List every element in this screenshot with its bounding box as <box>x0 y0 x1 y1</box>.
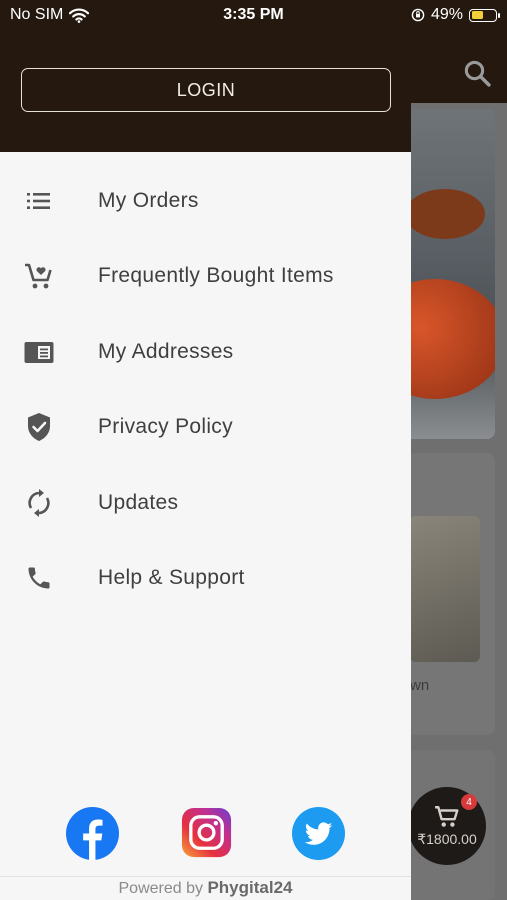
cart-count-badge: 4 <box>461 794 477 810</box>
cart-heart-icon <box>22 259 56 293</box>
menu-item-help-support[interactable]: Help & Support <box>0 541 411 617</box>
list-icon <box>22 184 56 218</box>
battery-level <box>471 11 483 19</box>
login-button[interactable]: LOGIN <box>21 68 391 112</box>
menu-item-label: Privacy Policy <box>98 415 233 439</box>
menu-item-label: My Addresses <box>98 339 234 363</box>
menu-item-label: Frequently Bought Items <box>98 264 334 288</box>
menu-item-privacy-policy[interactable]: Privacy Policy <box>0 390 411 466</box>
battery-icon <box>469 8 500 22</box>
cart-icon <box>435 805 459 827</box>
product-name-fragment: wn <box>410 677 430 694</box>
address-card-icon <box>22 335 56 369</box>
refresh-icon <box>22 486 56 520</box>
status-bar: No SIM 3:35 PM 49% <box>0 0 507 32</box>
menu-item-my-orders[interactable]: My Orders <box>0 163 411 239</box>
menu-item-label: My Orders <box>98 188 199 212</box>
battery-percent: 49% <box>430 6 463 23</box>
menu-item-updates[interactable]: Updates <box>0 465 411 541</box>
powered-by-footer: Powered by Phygital24 <box>0 878 411 898</box>
search-icon[interactable] <box>462 58 492 88</box>
prawn-image <box>410 516 480 662</box>
drawer-menu: My Orders Frequently Bought Items My Add… <box>0 163 411 616</box>
menu-item-label: Help & Support <box>98 566 245 590</box>
menu-item-frequently-bought[interactable]: Frequently Bought Items <box>0 239 411 315</box>
navigation-drawer: LOGIN My Orders Frequently Bought Items … <box>0 0 411 900</box>
phone-icon <box>22 561 56 595</box>
shield-check-icon <box>22 410 56 444</box>
menu-item-label: Updates <box>98 490 179 514</box>
orientation-lock-icon <box>411 8 425 22</box>
powered-by-brand[interactable]: Phygital24 <box>207 878 292 897</box>
facebook-icon[interactable] <box>65 806 120 861</box>
instagram-icon[interactable] <box>180 806 235 861</box>
cart-amount: ₹1800.00 <box>417 830 477 847</box>
footer-divider <box>0 876 411 877</box>
social-links <box>0 806 411 862</box>
crab-image <box>405 189 485 239</box>
menu-item-my-addresses[interactable]: My Addresses <box>0 314 411 390</box>
twitter-icon[interactable] <box>291 806 346 861</box>
powered-by-prefix: Powered by <box>118 880 204 897</box>
